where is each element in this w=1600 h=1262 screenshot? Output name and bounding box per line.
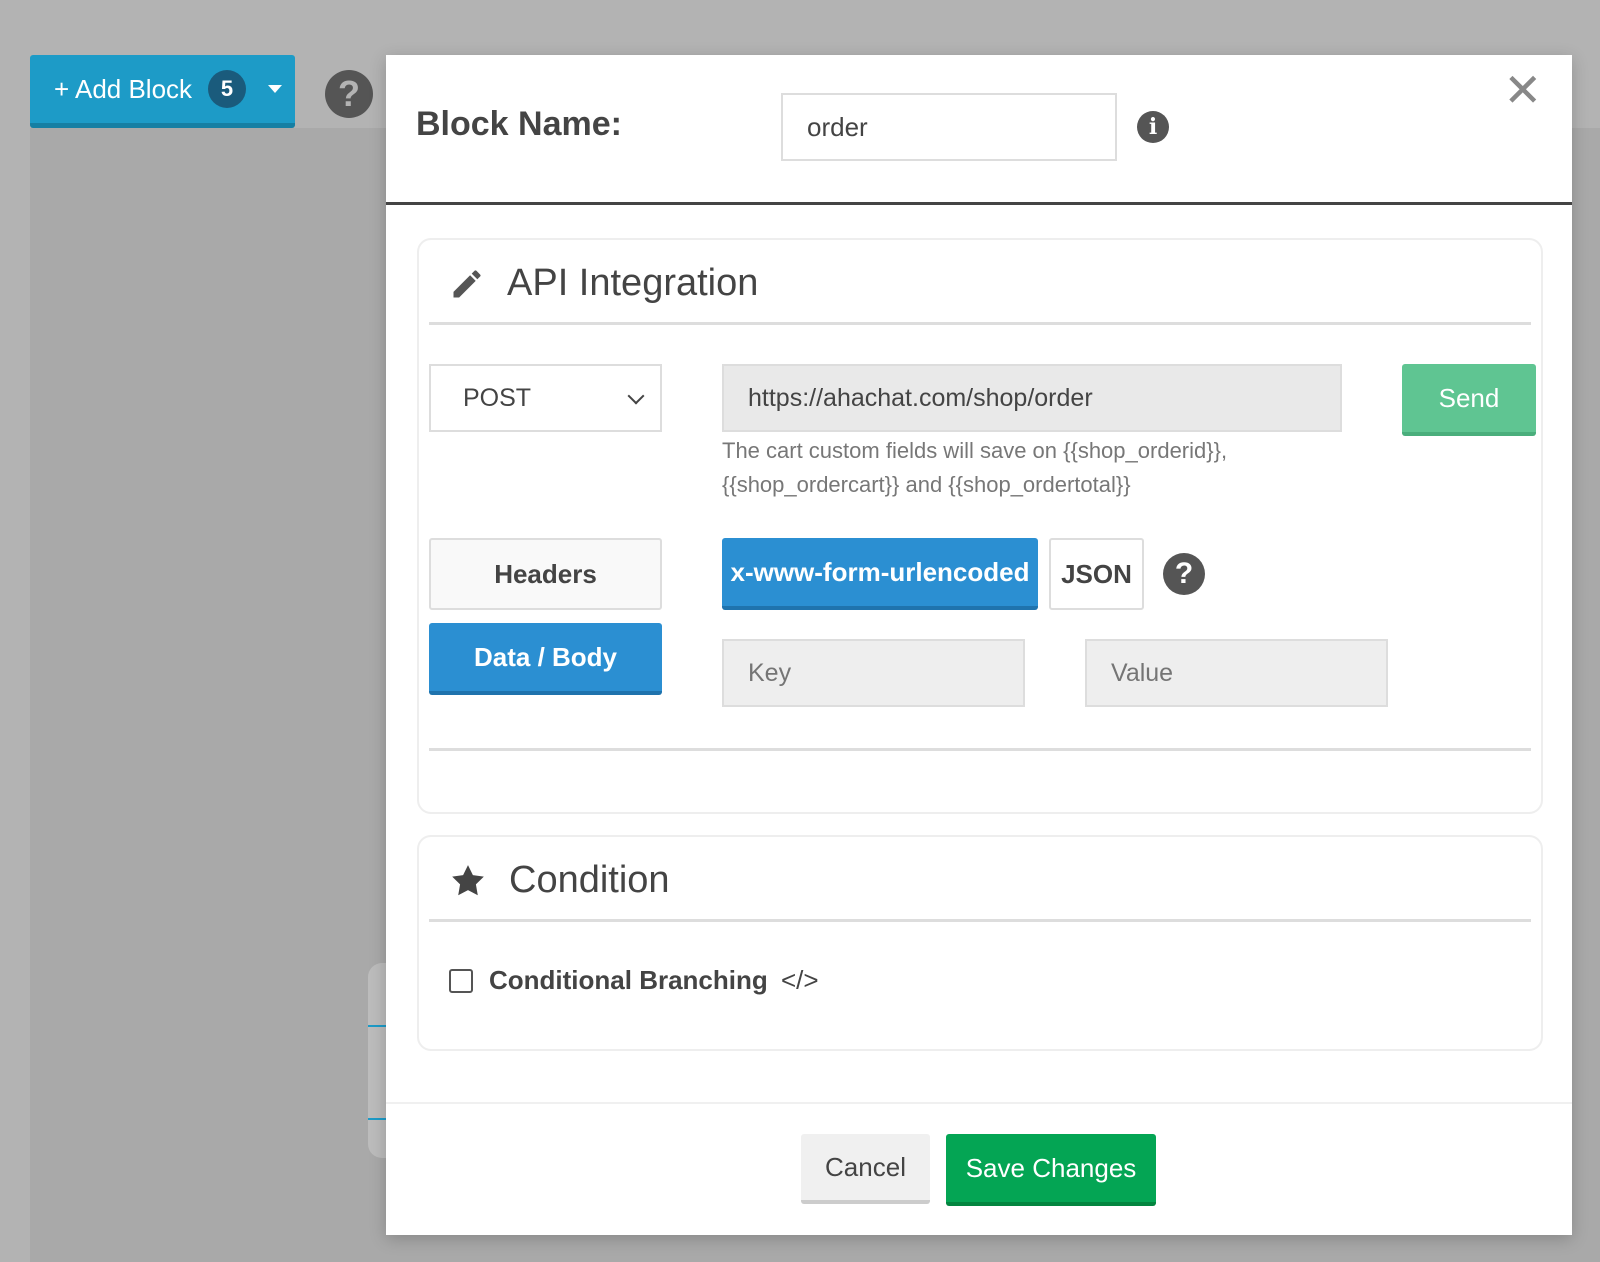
custom-fields-hint: The cart custom fields will save on {{sh… (722, 438, 1228, 497)
section-divider (429, 322, 1531, 325)
conditional-branching-checkbox[interactable] (449, 969, 473, 993)
block-name-input[interactable] (781, 93, 1117, 161)
edit-block-modal: Block Name: i ✕ API Integration POST htt… (386, 55, 1572, 1235)
value-input[interactable] (1085, 639, 1388, 707)
question-circle-icon[interactable]: ? (1163, 553, 1205, 595)
headers-tab[interactable]: Headers (429, 538, 662, 610)
section-divider (429, 748, 1531, 751)
data-body-tab[interactable]: Data / Body (429, 623, 662, 695)
block-name-label: Block Name: (416, 105, 622, 143)
api-section-title: API Integration (449, 262, 758, 305)
caret-down-icon (268, 85, 283, 93)
condition-section: Condition Conditional Branching </> (417, 835, 1543, 1051)
question-circle-icon[interactable]: ? (325, 70, 373, 118)
api-url-input[interactable]: https://ahachat.com/shop/order (722, 364, 1342, 432)
add-block-button[interactable]: + Add Block 5 (30, 55, 295, 128)
add-block-label: + Add Block (54, 73, 193, 104)
api-integration-section: API Integration POST https://ahachat.com… (417, 238, 1543, 814)
condition-title-text: Condition (509, 859, 670, 901)
save-changes-button[interactable]: Save Changes (946, 1134, 1156, 1206)
api-url-value: https://ahachat.com/shop/order (748, 383, 1093, 412)
condition-section-title: Condition (449, 859, 670, 902)
urlencoded-toggle[interactable]: x-www-form-urlencoded (722, 538, 1038, 610)
close-icon[interactable]: ✕ (1503, 67, 1542, 113)
star-icon (452, 864, 484, 895)
http-method-select[interactable]: POST (429, 364, 662, 432)
modal-footer: Cancel Save Changes (386, 1102, 1572, 1235)
cancel-button[interactable]: Cancel (801, 1134, 930, 1204)
info-icon[interactable]: i (1137, 111, 1169, 143)
section-divider (429, 919, 1531, 922)
block-count-badge: 5 (208, 70, 247, 108)
http-method-value: POST (463, 383, 532, 412)
json-toggle[interactable]: JSON (1049, 538, 1144, 610)
chevron-down-icon (627, 387, 645, 405)
conditional-branching-text: Conditional Branching (489, 965, 768, 995)
pencil-icon (453, 269, 481, 297)
key-input[interactable] (722, 639, 1025, 707)
send-button[interactable]: Send (1402, 364, 1536, 436)
api-title-text: API Integration (507, 262, 759, 304)
conditional-branching-label[interactable]: Conditional Branching </> (489, 965, 819, 996)
modal-header: Block Name: i ✕ (386, 55, 1572, 205)
code-icon: </> (781, 965, 819, 995)
